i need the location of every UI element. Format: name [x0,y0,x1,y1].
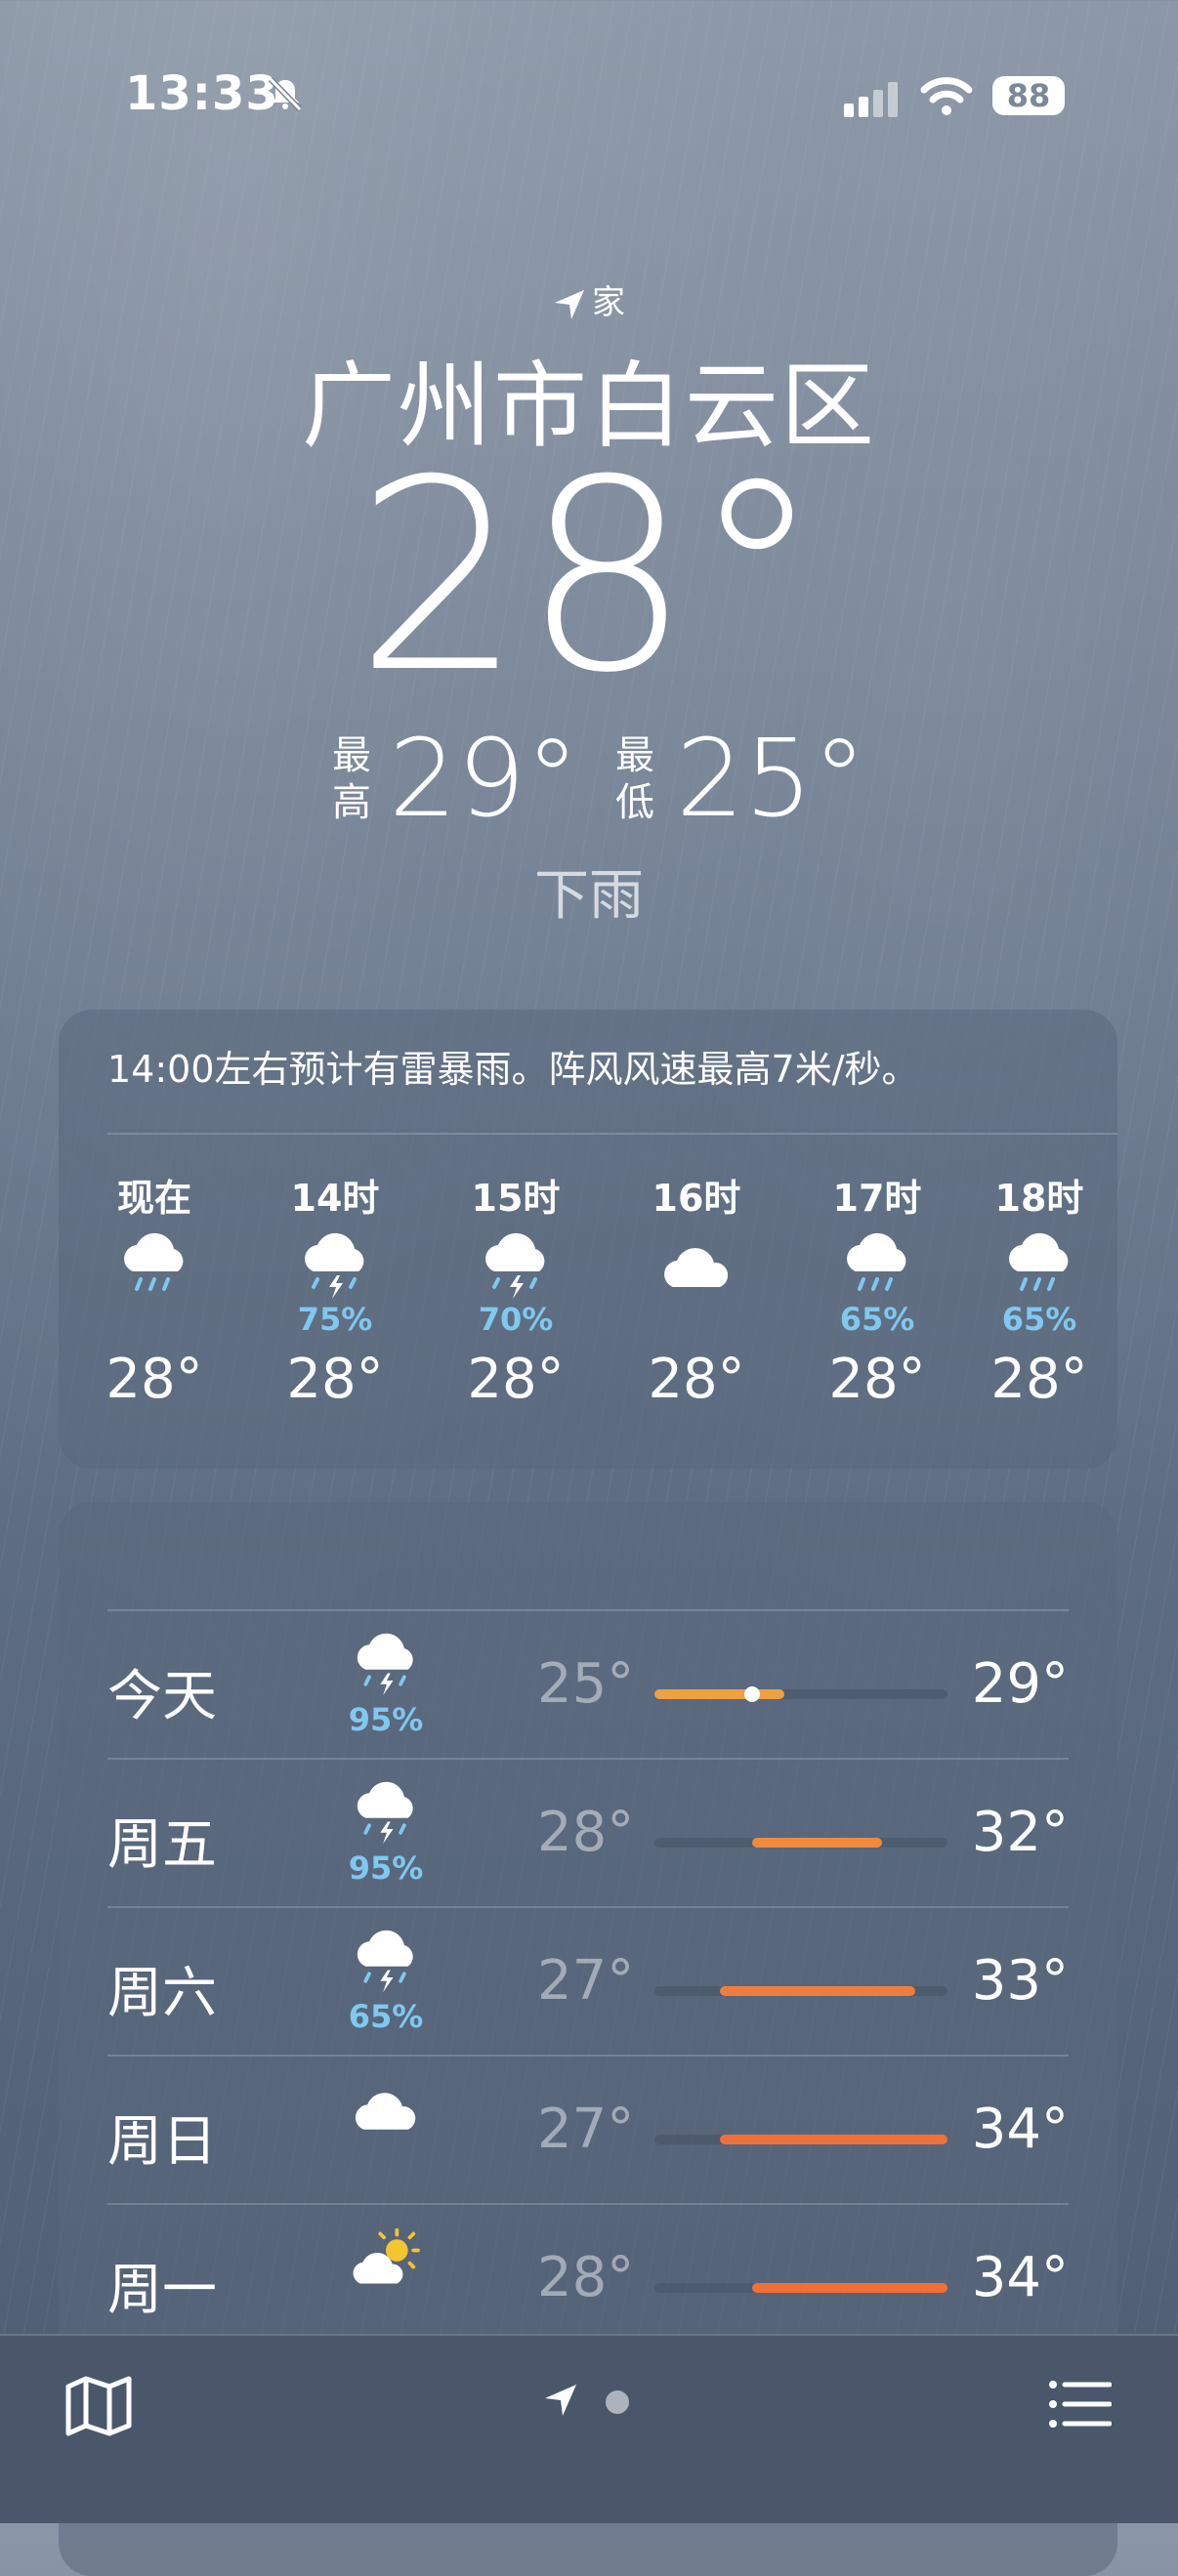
rain-cloud-icon [961,1232,1117,1301]
hour-label: 15时 [471,1177,561,1220]
hour-item: 15时 70% 28° [438,1168,594,1411]
day-high: 29° [971,1652,1069,1716]
temp-range-bar [654,1838,947,1848]
hourly-forecast-card[interactable]: 14:00左右预计有雷暴雨。阵风风速最高7米/秒。 现在 28° 14时 75%… [59,1010,1117,1469]
forecast-message: 14:00左右预计有雷暴雨。阵风风速最高7米/秒。 [107,1048,919,1091]
temp-range-fill [719,1986,915,1996]
temp-range-fill [752,2283,947,2293]
day-label: 今天 [107,1665,217,1728]
hour-item: 16时 28° [618,1168,775,1411]
hour-label: 16时 [652,1177,741,1220]
daily-row[interactable]: 周一 28° 34° [107,2203,1069,2349]
current-temperature: 28° [355,423,823,730]
cloud-icon [618,1232,775,1301]
day-high: 34° [971,2098,1069,2161]
day-high: 34° [971,2246,1069,2309]
hour-temp: 28° [467,1348,565,1411]
list-icon[interactable] [1047,2375,1112,2433]
rain-cloud-icon [76,1232,232,1301]
day-low: 28° [537,1801,635,1864]
temp-range-fill [752,1838,883,1848]
hour-label: 17时 [832,1177,922,1220]
bottom-toolbar [0,2334,1178,2523]
hour-label: 现在 [116,1177,191,1220]
divider [107,2055,1069,2057]
day-label: 周五 [107,1813,217,1877]
day-precip: 65% [348,1998,424,2035]
cloud-icon [332,2078,440,2146]
day-high: 32° [971,1801,1069,1864]
bell-slash-icon [268,76,303,112]
partly-sunny-icon [332,2226,440,2295]
location-label: 家 [592,283,625,322]
day-label: 周一 [107,2259,217,2322]
daily-row[interactable]: 周五 95% 28° 32° [107,1758,1069,1904]
low-temp: 25° [676,716,866,841]
daily-row[interactable]: 今天 95% 25° 29° [107,1609,1069,1756]
location-label-row: 家 [0,275,1178,323]
thunderstorm-icon: 65% [332,1930,440,2035]
temp-range-fill [719,2135,947,2144]
high-low-temps: 最高 29° 最低 25° [0,715,1178,842]
status-bar: 13:33 88 [0,0,1178,195]
status-time: 13:33 [125,66,279,121]
hour-precip: 65% [1001,1301,1077,1338]
hour-item: 现在 28° [76,1168,232,1411]
hour-precip: 65% [839,1301,915,1338]
day-low: 28° [537,2246,635,2309]
map-icon[interactable] [64,2375,133,2437]
page-indicator-dot[interactable] [606,2390,629,2414]
hour-item: 14时 75% 28° [257,1168,413,1411]
divider [107,1906,1069,1908]
divider [107,2203,1069,2205]
temp-range-bar [654,2135,947,2144]
hour-temp: 28° [286,1348,384,1411]
hour-precip: 70% [478,1301,554,1338]
hour-temp: 28° [828,1348,926,1411]
day-precip: 95% [348,1849,424,1887]
temp-range-bar [654,2283,947,2293]
temp-range-fill [654,1689,785,1699]
day-label: 周六 [107,1962,217,2025]
high-label: 最高 [332,733,371,825]
low-label: 最低 [615,733,654,825]
hour-item: 17时 65% 28° [799,1168,955,1411]
divider [107,1758,1069,1760]
battery-indicator: 88 [992,76,1065,115]
day-low: 25° [537,1652,635,1716]
hour-label: 14时 [290,1177,380,1220]
current-temp-dot [744,1686,760,1702]
hour-temp: 28° [648,1348,745,1411]
high-temp: 29° [389,716,579,841]
hour-temp: 28° [105,1348,203,1411]
daily-row[interactable]: 周日 27° 34° [107,2055,1069,2201]
temp-range-bar [654,1986,947,1996]
hour-item: 18时 65% 28° [961,1168,1117,1411]
thunderstorm-icon: 95% [332,1633,440,1738]
hour-temp: 28° [990,1348,1088,1411]
thunderstorm-icon [438,1232,594,1301]
location-page-indicator-icon[interactable] [543,2383,578,2418]
day-label: 周日 [107,2110,217,2174]
thunderstorm-icon: 95% [332,1781,440,1887]
weather-condition: 下雨 [534,864,644,928]
day-precip: 95% [348,1701,424,1738]
daily-row[interactable]: 周六 65% 27° 33° [107,1906,1069,2053]
wifi-icon [920,77,973,115]
divider [107,1133,1117,1135]
day-low: 27° [537,2098,635,2161]
hour-precip [618,1301,775,1340]
signal-icon [844,82,898,117]
hour-precip: 75% [297,1301,373,1338]
day-low: 27° [537,1949,635,2013]
divider [107,1609,1069,1611]
day-high: 33° [971,1949,1069,2013]
thunderstorm-icon [257,1232,413,1301]
temp-range-bar [654,1686,947,1702]
hour-label: 18时 [994,1177,1084,1220]
rain-cloud-icon [799,1232,955,1301]
location-arrow-icon [555,289,584,319]
hour-precip [76,1301,232,1340]
